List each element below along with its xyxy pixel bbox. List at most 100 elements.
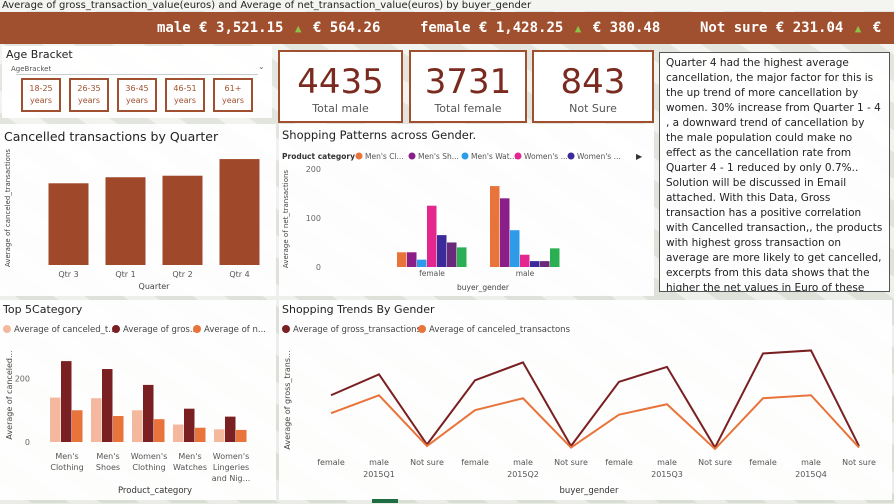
option-label: 46-51: [173, 84, 197, 93]
kpi-card-total-male: 4435 Total male: [278, 50, 403, 123]
x-tick-label: Qtr 2: [172, 270, 192, 279]
legend-label: Average of n...: [204, 325, 266, 335]
bar: [154, 419, 165, 442]
gender-clustered-bar-chart: Shopping Patterns across Gender. Product …: [282, 128, 643, 292]
chart-title: Shopping Patterns across Gender.: [282, 128, 476, 142]
legend-marker: [112, 325, 120, 333]
kpi-label: Not Sure: [569, 102, 617, 115]
x-tick-label: female: [419, 269, 445, 278]
top5-chart-panel: Top 5Category Average of canceled_t... Ave…: [0, 300, 276, 500]
option-label: 61+: [224, 84, 242, 93]
slicer-option-46-51[interactable]: 46-51 years: [165, 78, 205, 112]
ticker-gender: Not sure: [700, 20, 768, 36]
ticker-banner: male € 3,521.15 ▲ € 564.26 female € 1,42…: [0, 12, 894, 44]
x-tick-label: male: [516, 269, 535, 278]
legend-marker: [418, 325, 426, 333]
kpi-label: Total female: [434, 102, 502, 115]
slicer-option-61-plus[interactable]: 61+ years: [213, 78, 253, 112]
bar: [143, 384, 154, 442]
x-tick-label: Qtr 1: [115, 270, 135, 279]
x-group-label: 2015Q2: [507, 470, 539, 479]
legend-label: Men's Cl...: [365, 152, 404, 161]
bar: [113, 415, 124, 442]
legend-label: Average of canceled_transactons: [429, 325, 571, 335]
legend-label: Average of canceled_t...: [14, 325, 116, 335]
chart-title: Cancelled transactions by Quarter: [4, 129, 219, 144]
bar: [173, 424, 184, 442]
x-tick-label: Men's: [178, 452, 201, 461]
bar: [219, 159, 260, 265]
legend-marker: [567, 152, 575, 160]
slicer-divider: [16, 74, 258, 75]
chevron-down-icon[interactable]: ⌄: [258, 62, 265, 71]
y-tick-label: 100: [306, 214, 321, 223]
x-axis-label: buyer_gender: [457, 283, 510, 292]
bar: [162, 175, 203, 265]
bar: [407, 252, 417, 267]
kpi-label: Total male: [312, 102, 369, 115]
age-bracket-slicer: Age Bracket AgeBracket ⌄ 18-25 years 26-3…: [2, 46, 272, 118]
y-tick-label: 200: [306, 165, 321, 174]
legend-label: Women's ...: [524, 152, 568, 161]
x-tick-label: female: [605, 458, 633, 467]
legend-label: Women's ...: [577, 152, 621, 161]
legend-next-icon: ▶: [636, 152, 643, 161]
insight-textbox: Quarter 4 had the highest average cancel…: [659, 52, 890, 292]
up-triangle-icon: ▲: [854, 22, 862, 35]
ticker-gross: € 1,428.25: [479, 20, 564, 36]
x-tick-label: Clothing: [132, 463, 165, 472]
ticker-gross: € 3,521.15: [199, 20, 284, 36]
slicer-option-36-45[interactable]: 36-45 years: [117, 78, 157, 112]
option-label: 18-25: [29, 84, 53, 93]
x-tick-label: Not sure: [842, 458, 876, 467]
legend-label: Men's Wat...: [471, 152, 517, 161]
x-tick-label: Not sure: [410, 458, 444, 467]
kpi-value: 4435: [297, 62, 384, 102]
x-tick-label: Lingeries: [213, 463, 249, 472]
legend-label: Average of gros...: [123, 325, 198, 335]
quarter-bar-chart: Cancelled transactions by Quarter Qtr 3 Qt…: [4, 129, 260, 291]
x-tick-label: Watches: [173, 463, 207, 472]
x-tick-label: Women's: [131, 452, 168, 461]
option-unit: years: [29, 96, 52, 105]
x-tick-label: Shoes: [96, 463, 120, 472]
kpi-value: 3731: [424, 62, 512, 102]
up-triangle-icon: ▲: [294, 22, 302, 35]
slicer-option-18-25[interactable]: 18-25 years: [21, 78, 61, 112]
option-label: 26-35: [77, 84, 101, 93]
x-tick-label: female: [317, 458, 345, 467]
y-axis-label: Average of canceled_transactions: [4, 149, 12, 267]
legend-marker: [408, 152, 416, 160]
bar: [50, 397, 61, 442]
up-triangle-icon: ▲: [574, 22, 582, 35]
x-group-label: 2015Q3: [651, 470, 683, 479]
bar: [132, 410, 143, 442]
page-tab-indicator[interactable]: [372, 499, 398, 503]
chart-title: Top 5Category: [2, 303, 83, 316]
legend-marker: [461, 152, 469, 160]
ticker-net: € 564.26: [312, 20, 381, 36]
ticker-item-female: female € 1,428.25 ▲ € 380.48: [420, 20, 660, 36]
option-unit: years: [77, 96, 100, 105]
slicer-option-26-35[interactable]: 26-35 years: [69, 78, 109, 112]
x-group-label: 2015Q4: [795, 470, 827, 479]
kpi-card-not-sure: 843 Not Sure: [532, 50, 654, 123]
legend-label: Men's Sh...: [418, 152, 459, 161]
bar: [214, 429, 225, 442]
gender-chart-panel: Shopping Patterns across Gender. Product …: [279, 124, 654, 296]
bar: [72, 410, 83, 442]
bar: [184, 408, 195, 442]
bar: [540, 261, 550, 267]
x-tick-label: Not sure: [554, 458, 588, 467]
x-tick-label: Clothing: [50, 463, 83, 472]
kpi-value: 843: [560, 62, 626, 102]
x-tick-label: Men's: [55, 452, 78, 461]
top5-clustered-bar-chart: Top 5Category Average of canceled_t... Ave…: [2, 303, 266, 496]
kpi-card-total-female: 3731 Total female: [409, 50, 527, 123]
bar: [500, 198, 510, 267]
option-unit: years: [173, 96, 196, 105]
bar: [236, 429, 247, 442]
y-tick-label: 0: [25, 438, 30, 447]
option-unit: years: [125, 96, 148, 105]
trends-line-chart: Shopping Trends By Gender Average of gros…: [282, 303, 876, 496]
